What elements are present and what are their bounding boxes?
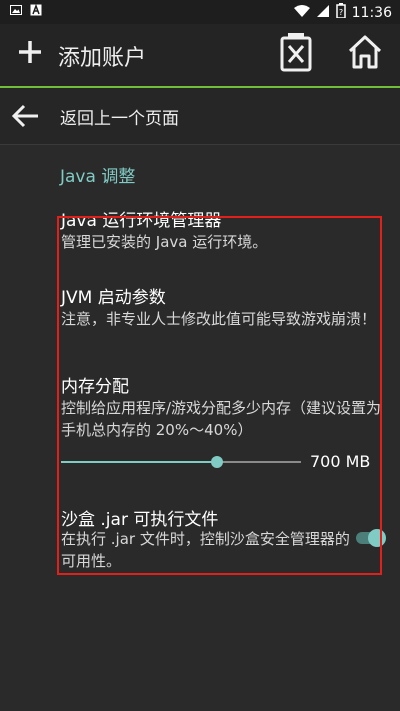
memory-title: 内存分配 [61,377,129,397]
jvm-args-summary: 注意，非专业人士修改此值可能导致游戏崩溃！ [61,310,377,328]
battery-icon: ? [335,3,346,22]
sandbox-switch[interactable] [354,529,386,547]
back-label: 返回上一个页面 [60,109,179,129]
signal-icon [316,4,330,22]
jvm-args-title[interactable]: JVM 启动参数 [61,283,166,308]
home-button[interactable] [343,34,387,74]
plus-icon [17,39,43,69]
memory-summary: 控制给应用程序/游戏分配多少内存（建议设置为手机总内存的 20%～40%） [61,399,382,439]
delete-box-icon [278,32,314,76]
app-a-icon [30,3,42,16]
add-account-button[interactable] [8,34,52,74]
back-arrow-icon[interactable] [10,100,42,132]
sandbox-title[interactable]: 沙盒 .jar 可执行文件 [61,505,218,530]
back-bar[interactable]: 返回上一个页面 [0,88,400,145]
toolbar-title: 添加账户 [58,46,147,71]
java-manager-summary: 管理已安装的 Java 运行环境。 [61,233,268,251]
memory-slider-fill [61,461,217,463]
sandbox-summary: 在执行 .jar 文件时，控制沙盒安全管理器的可用性。 [61,530,350,570]
delete-button[interactable] [274,32,318,76]
memory-slider-thumb[interactable] [211,456,223,468]
sandbox-switch-knob [368,529,386,547]
status-bar: ? 11:36 [0,0,400,24]
home-icon [347,34,383,74]
svg-text:?: ? [339,8,343,17]
memory-slider[interactable] [61,456,301,468]
memory-value: 700 MB [310,452,371,471]
wifi-icon [293,4,310,22]
section-title-java: Java 调整 [60,167,136,187]
top-toolbar: 添加账户 [0,24,400,88]
status-time: 11:36 [351,4,392,21]
java-manager-title[interactable]: Java 运行环境管理器 [61,206,221,231]
image-icon [10,4,22,16]
